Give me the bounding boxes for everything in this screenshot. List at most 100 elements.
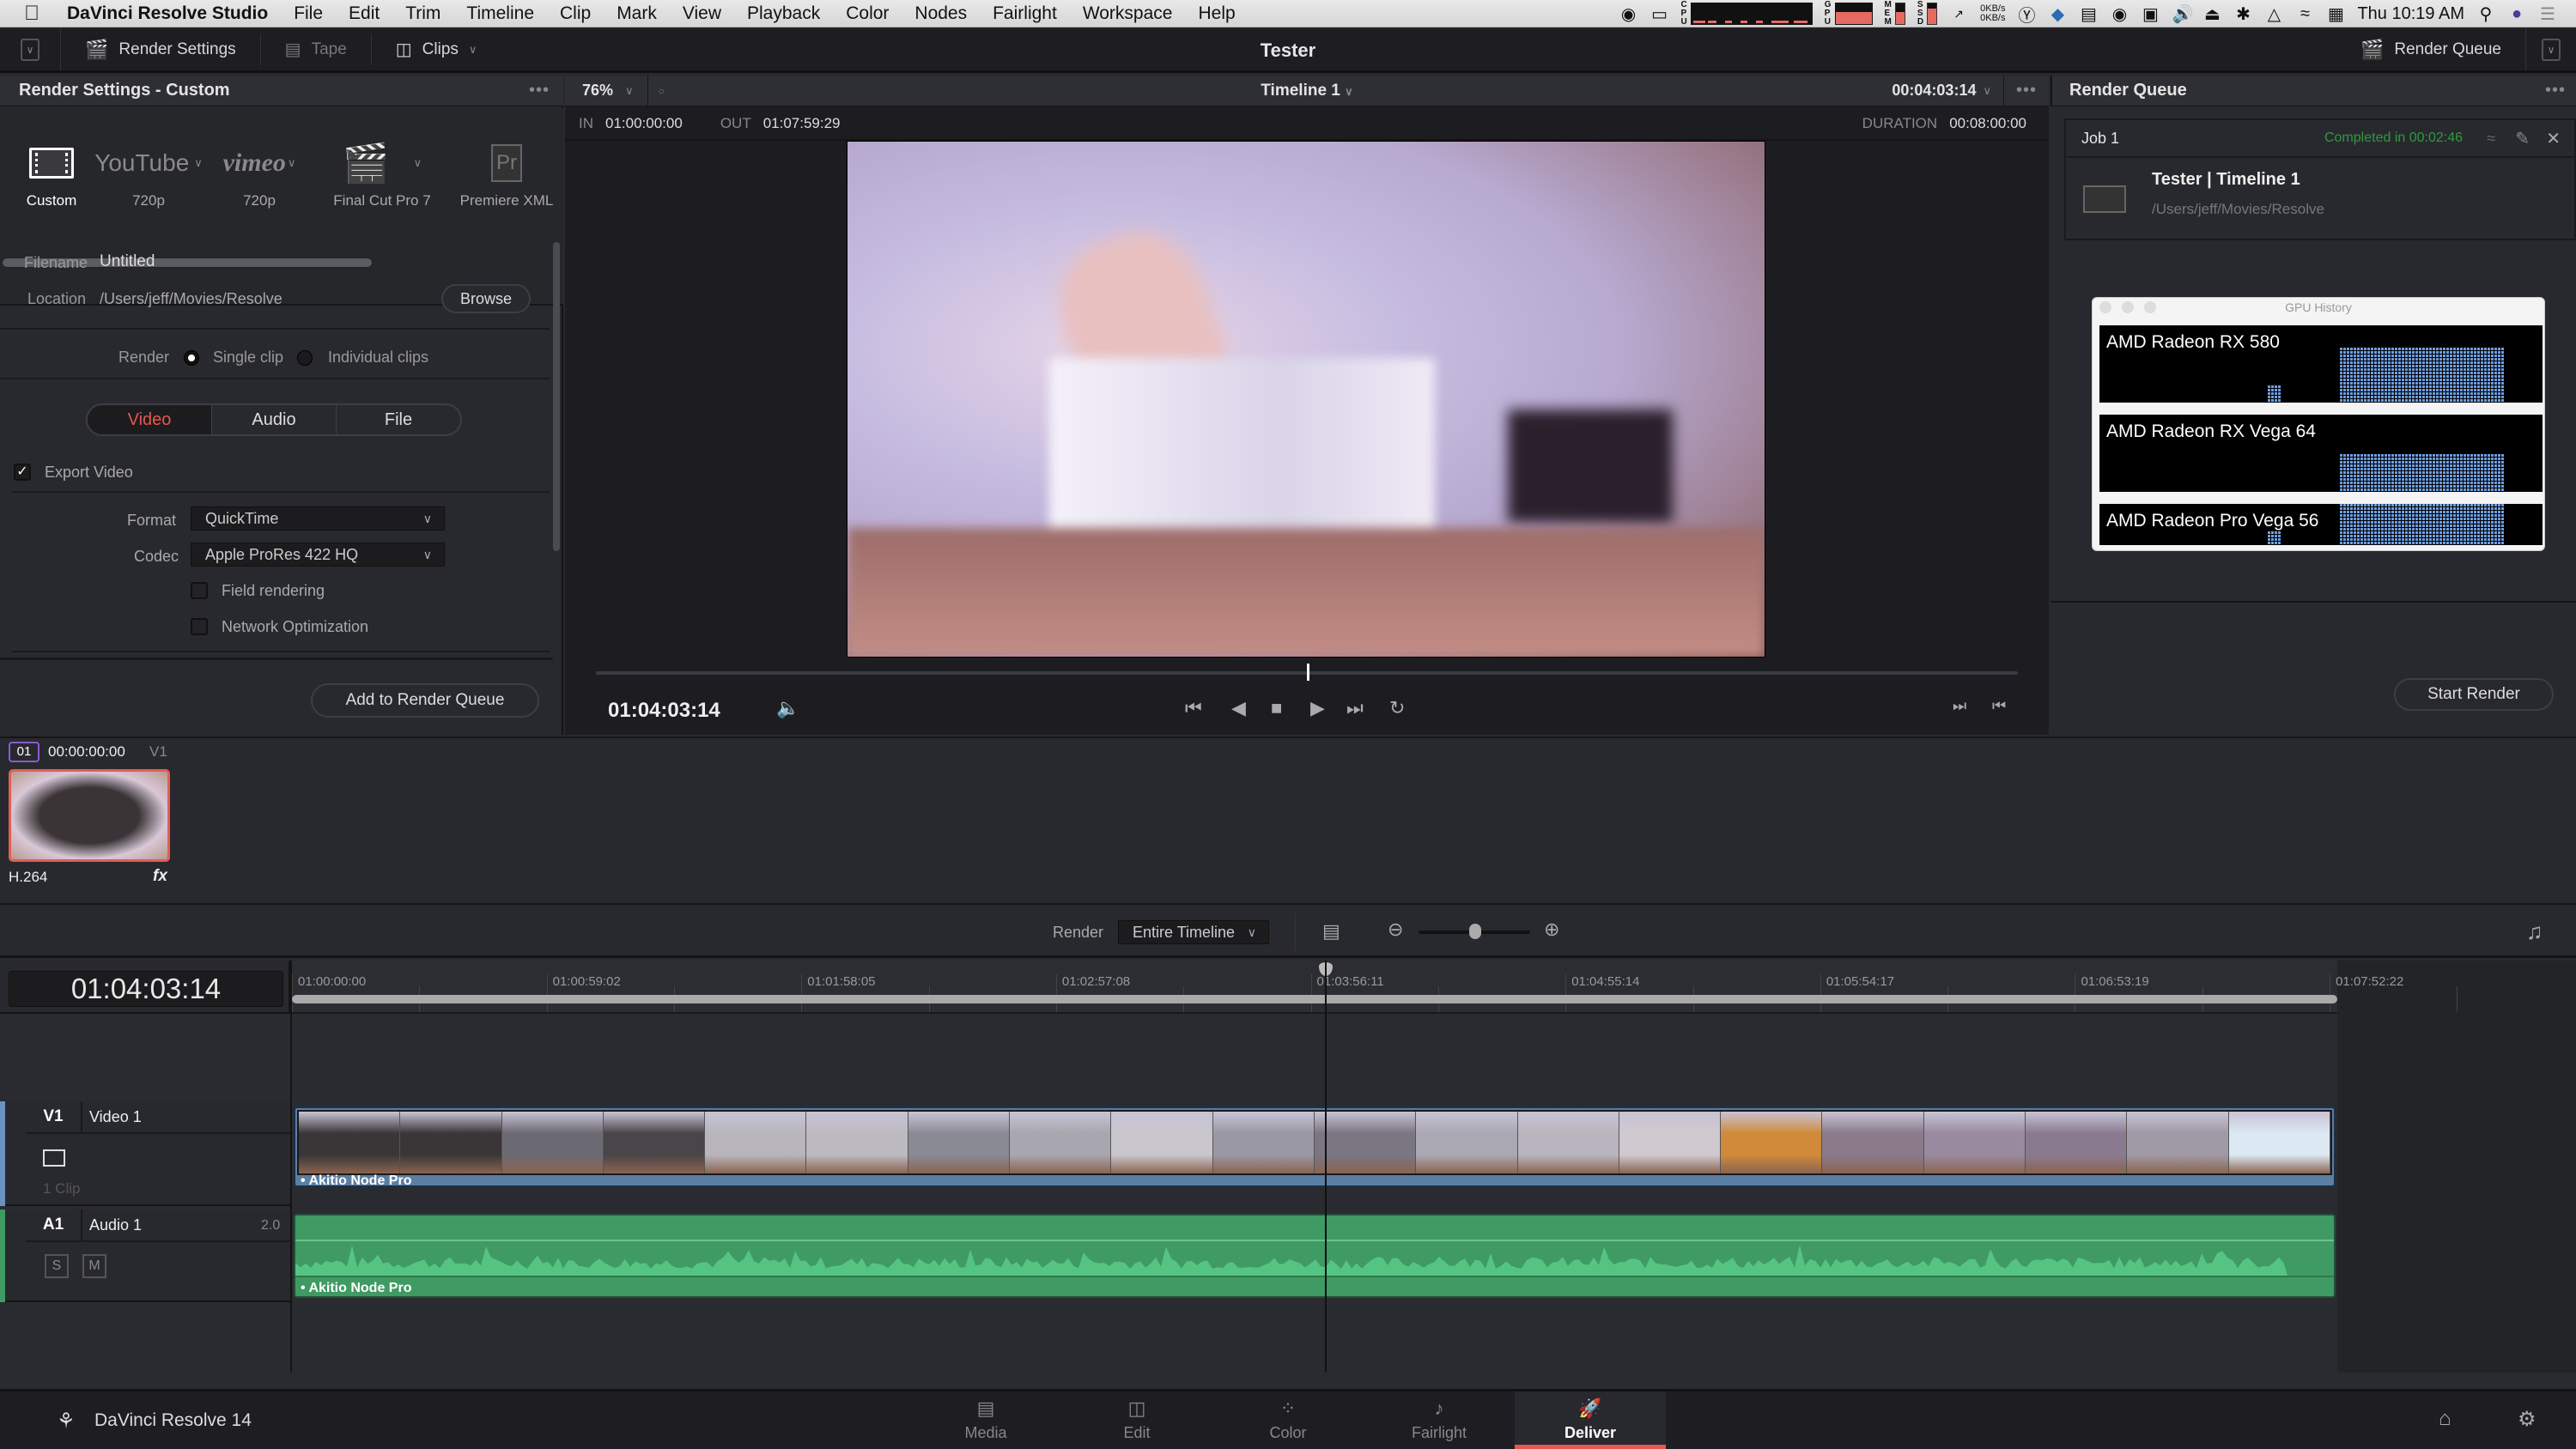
- menu-help[interactable]: Help: [1198, 3, 1235, 24]
- stop-icon[interactable]: ■: [1271, 697, 1282, 719]
- tab-file[interactable]: File: [337, 405, 460, 434]
- timeline-view-options-icon[interactable]: ▤: [1322, 920, 1340, 943]
- clip-thumbnail[interactable]: [9, 769, 170, 862]
- vpn-icon[interactable]: ◆: [2048, 3, 2067, 25]
- window-minimize-button[interactable]: [2122, 301, 2134, 313]
- clips-button[interactable]: ◫ Clips ∨: [372, 28, 501, 70]
- page-color[interactable]: ⁘ Color: [1212, 1391, 1364, 1449]
- panel-toggle[interactable]: ∨: [2525, 28, 2576, 70]
- menu-fairlight[interactable]: Fairlight: [993, 3, 1057, 24]
- workspace-toggle[interactable]: ∨: [0, 28, 61, 70]
- audio-waveform-toggle-icon[interactable]: ♫: [2526, 919, 2543, 945]
- wifi-icon[interactable]: ≈: [2295, 4, 2314, 24]
- settings-scrollbar[interactable]: [553, 242, 560, 551]
- radio-individual-clips[interactable]: [297, 350, 313, 366]
- menu-color[interactable]: Color: [846, 3, 889, 24]
- camera-icon[interactable]: ▭: [1650, 3, 1669, 25]
- home-icon[interactable]: ⌂: [2439, 1407, 2451, 1431]
- menu-clip[interactable]: Clip: [560, 3, 591, 24]
- zoom-out-icon[interactable]: ⊖: [1388, 919, 1403, 941]
- ssd-meter[interactable]: SSD: [1917, 1, 1938, 27]
- play-icon[interactable]: ▶: [1310, 697, 1325, 719]
- tape-button[interactable]: ▤ Tape: [261, 28, 371, 70]
- close-icon[interactable]: ✕: [2546, 128, 2561, 149]
- volume-icon[interactable]: 🔊: [2172, 3, 2193, 25]
- menu-mark[interactable]: Mark: [617, 3, 657, 24]
- individual-clips-label[interactable]: Individual clips: [328, 349, 428, 367]
- window-close-button[interactable]: [2099, 301, 2111, 313]
- previous-edit-icon[interactable]: ⏮: [1992, 697, 2006, 715]
- filename-field[interactable]: Untitled: [100, 252, 155, 271]
- window-zoom-button[interactable]: [2144, 301, 2156, 313]
- apple-menu-icon[interactable]: : [24, 2, 50, 26]
- in-timecode[interactable]: 01:00:00:00: [605, 115, 683, 132]
- format-dropdown[interactable]: QuickTime ∨: [191, 506, 445, 530]
- page-edit[interactable]: ◫ Edit: [1061, 1391, 1212, 1449]
- mem-meter[interactable]: MEM: [1885, 1, 1905, 27]
- render-job[interactable]: Job 1 Completed in 00:02:46 ≈ ✎ ✕ Tester…: [2064, 118, 2576, 240]
- track-header-a1[interactable]: A1 Audio 1 2.0 S M: [0, 1210, 290, 1302]
- field-rendering-checkbox[interactable]: [191, 582, 208, 599]
- preset-premiere-xml[interactable]: Pr Premiere XML: [459, 134, 555, 209]
- go-to-start-icon[interactable]: ⏮: [1185, 697, 1202, 719]
- location-field[interactable]: /Users/jeff/Movies/Resolve: [100, 290, 283, 308]
- app-menu[interactable]: DaVinci Resolve Studio: [67, 3, 268, 24]
- expand-arrows-icon[interactable]: ↗: [1949, 7, 1968, 21]
- network-optimization-checkbox[interactable]: [191, 618, 208, 635]
- export-video-checkbox[interactable]: ✓: [14, 464, 31, 481]
- input-source-icon[interactable]: ▦: [2326, 3, 2345, 25]
- single-clip-label[interactable]: Single clip: [213, 349, 283, 367]
- playhead[interactable]: [1324, 961, 1327, 1373]
- track-name[interactable]: Audio 1: [89, 1216, 142, 1234]
- siri-icon[interactable]: ●: [2507, 4, 2526, 24]
- chip-icon[interactable]: ▣: [2141, 3, 2160, 25]
- out-timecode[interactable]: 01:07:59:29: [763, 115, 841, 132]
- menu-playback[interactable]: Playback: [747, 3, 820, 24]
- render-range-dropdown[interactable]: Entire Timeline ∨: [1118, 920, 1269, 944]
- timeline-timecode[interactable]: 01:04:03:14: [9, 971, 283, 1007]
- preset-youtube[interactable]: YouTube ∨ 720p: [94, 134, 203, 209]
- add-to-render-queue-button[interactable]: Add to Render Queue: [311, 683, 539, 718]
- page-media[interactable]: ▤ Media: [910, 1391, 1061, 1449]
- step-back-icon[interactable]: ◀: [1231, 697, 1246, 719]
- network-rates[interactable]: 0KB/s 0KB/s: [1980, 4, 2005, 23]
- loop-icon[interactable]: ↻: [1389, 697, 1405, 719]
- more-options-icon[interactable]: •••: [2545, 81, 2566, 100]
- menu-edit[interactable]: Edit: [349, 3, 380, 24]
- go-to-end-icon[interactable]: ⏭: [1346, 697, 1364, 719]
- viewer-timecode[interactable]: 00:04:03:14: [1892, 82, 1976, 100]
- radio-single-clip[interactable]: [184, 350, 199, 366]
- menu-view[interactable]: View: [683, 3, 721, 24]
- audio-clip[interactable]: • Akitio Node Pro: [294, 1214, 2336, 1298]
- menu-file[interactable]: File: [294, 3, 323, 24]
- preset-vimeo[interactable]: vimeo ∨ 720p: [216, 134, 302, 209]
- solo-button[interactable]: S: [45, 1254, 69, 1278]
- zoom-in-icon[interactable]: ⊕: [1544, 919, 1559, 941]
- page-deliver[interactable]: 🚀 Deliver: [1515, 1391, 1666, 1449]
- more-options-icon[interactable]: •••: [529, 81, 550, 100]
- cpu-meter[interactable]: CPU: [1681, 1, 1813, 27]
- page-fairlight[interactable]: ♪ Fairlight: [1364, 1391, 1515, 1449]
- track-header-v1[interactable]: V1 Video 1 1 Clip: [0, 1101, 290, 1206]
- codec-dropdown[interactable]: Apple ProRes 422 HQ ∨: [191, 543, 445, 567]
- calendar-icon[interactable]: ▤: [2079, 3, 2098, 25]
- timeline-ruler[interactable]: 01:00:00:00 01:00:59:02 01:01:58:05 01:02:5…: [292, 961, 2458, 1012]
- start-render-button[interactable]: Start Render: [2394, 678, 2554, 711]
- istat-icon[interactable]: Ⓨ: [2017, 2, 2036, 27]
- render-settings-button[interactable]: 🎬 Render Settings: [61, 28, 260, 70]
- menu-workspace[interactable]: Workspace: [1083, 3, 1173, 24]
- menu-meters-icon[interactable]: ◉: [2110, 3, 2129, 25]
- tab-video[interactable]: Video: [88, 405, 212, 434]
- video-clip[interactable]: • Akitio Node Pro: [294, 1106, 2336, 1188]
- edit-pencil-icon[interactable]: ✎: [2515, 128, 2530, 149]
- scrub-playhead[interactable]: [1307, 664, 1309, 681]
- preset-custom[interactable]: Custom: [15, 134, 88, 209]
- viewer-option-icon[interactable]: ○: [659, 85, 665, 97]
- mute-button[interactable]: M: [82, 1254, 106, 1278]
- bluetooth-icon[interactable]: ✱: [2233, 3, 2252, 25]
- disk-icon[interactable]: ◉: [1619, 3, 1638, 25]
- film-icon[interactable]: [43, 1149, 65, 1167]
- gpu-meter[interactable]: GPU: [1825, 1, 1873, 27]
- browse-button[interactable]: Browse: [441, 284, 531, 313]
- tab-audio[interactable]: Audio: [212, 405, 337, 434]
